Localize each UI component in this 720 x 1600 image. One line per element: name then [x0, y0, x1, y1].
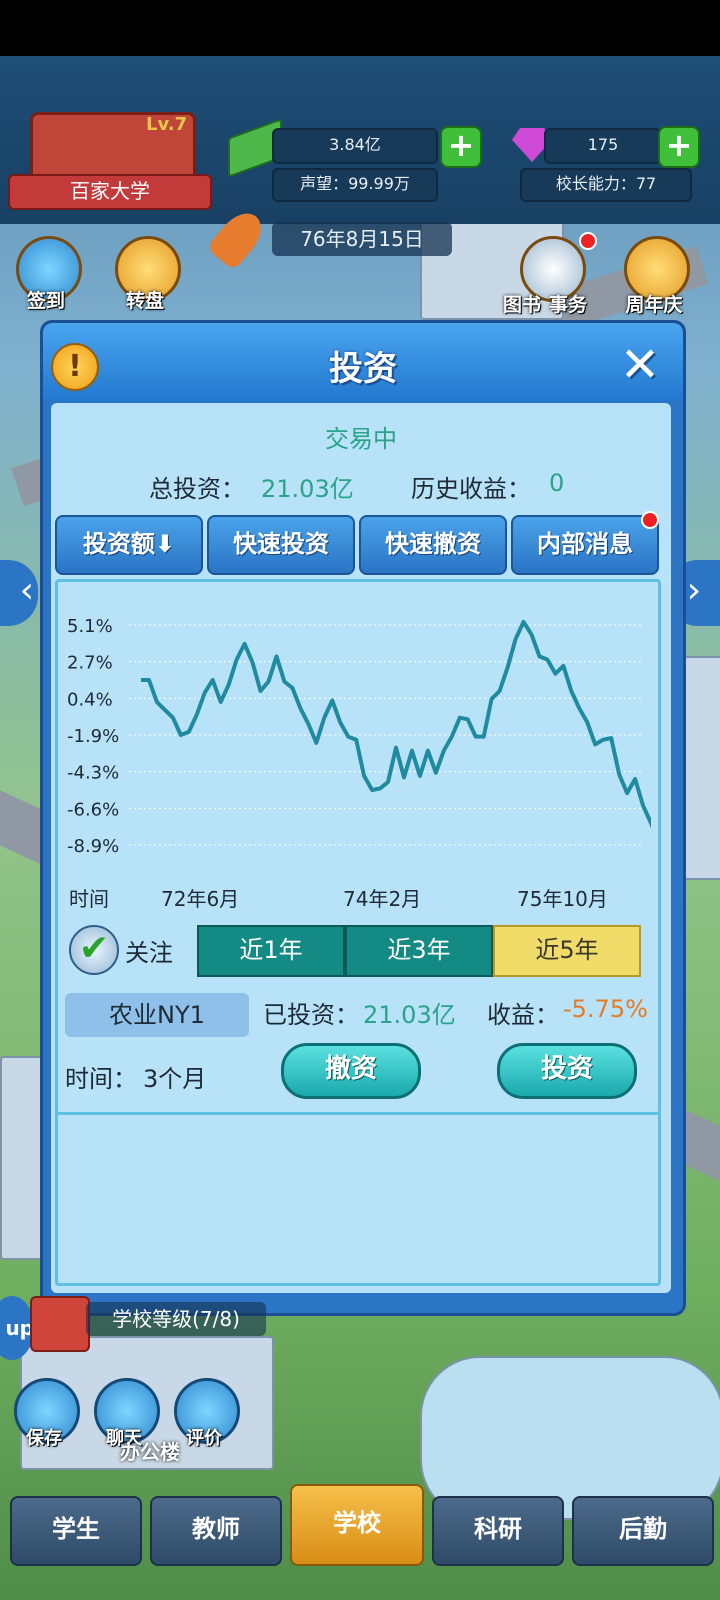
- notification-dot-icon: [641, 511, 659, 529]
- wheel-label: 转盘: [125, 290, 164, 312]
- empty-panel: [55, 1107, 661, 1286]
- range-3y-button[interactable]: 近3年: [345, 925, 493, 977]
- range-5y-button[interactable]: 近5年: [493, 925, 641, 977]
- x-tick-label: 74年2月: [343, 887, 422, 911]
- history-profit-value: 0: [549, 469, 565, 497]
- checkin-label: 签到: [26, 290, 65, 312]
- y-tick-label: 2.7%: [67, 653, 113, 674]
- y-tick-label: 0.4%: [67, 689, 113, 710]
- withdraw-button[interactable]: 撤资: [281, 1043, 421, 1099]
- history-profit-label: 历史收益：: [411, 475, 531, 503]
- dialog-header: ! 投资 ✕: [43, 323, 683, 401]
- profit-label: 收益：: [487, 1001, 559, 1029]
- principal-value: 77: [635, 174, 657, 193]
- close-icon[interactable]: ✕: [615, 341, 665, 391]
- stock-name[interactable]: 农业NY1: [65, 993, 249, 1037]
- money-value: 3.84亿: [272, 128, 438, 164]
- insider-news-button[interactable]: 内部消息: [511, 515, 659, 575]
- reputation-label: 声望：: [300, 174, 349, 193]
- nav-logistics[interactable]: 后勤: [572, 1496, 714, 1566]
- building: [0, 1056, 44, 1260]
- principal-box: 校长能力：77: [520, 168, 692, 202]
- dialog-title: 投资: [329, 349, 397, 389]
- add-gems-button[interactable]: +: [658, 126, 700, 168]
- y-tick-label: -4.3%: [67, 763, 119, 784]
- levelup-icon[interactable]: up: [0, 1296, 34, 1360]
- x-tick-label: 75年10月: [517, 887, 608, 911]
- invested-label: 已投资：: [263, 1001, 359, 1029]
- x-axis-label: 时间: [69, 887, 109, 911]
- nav-school[interactable]: 学校: [290, 1484, 424, 1566]
- time-label: 时间：: [65, 1065, 137, 1093]
- follow-checkbox[interactable]: ✔: [69, 925, 119, 975]
- y-tick-label: -6.6%: [67, 799, 119, 820]
- y-tick-label: -1.9%: [67, 726, 119, 747]
- series-line: [141, 619, 651, 829]
- total-invest-label: 总投资：: [149, 475, 245, 503]
- building-label: 办公楼: [120, 1440, 180, 1464]
- school-level: Lv.7: [146, 114, 188, 135]
- anniversary-label: 周年庆: [625, 294, 683, 316]
- dialog-body: 交易中 总投资： 21.03亿 历史收益： 0 投资额⬇ 快速投资 快速撤资 内…: [51, 403, 671, 1293]
- range-1y-button[interactable]: 近1年: [197, 925, 345, 977]
- quick-invest-button[interactable]: 快速投资: [207, 515, 355, 575]
- price-chart: 5.1% 2.7% 0.4% -1.9% -4.3% -6.6% -8.9%: [67, 616, 651, 857]
- gem-value: 175: [544, 128, 662, 164]
- add-money-button[interactable]: +: [440, 126, 482, 168]
- reputation-box: 声望：99.99万: [272, 168, 438, 202]
- game-date: 76年8月15日: [272, 222, 452, 256]
- reputation-value: 99.99万: [348, 174, 410, 193]
- y-tick-label: 5.1%: [67, 616, 113, 637]
- nav-students[interactable]: 学生: [10, 1496, 142, 1566]
- total-invest-value: 21.03亿: [261, 475, 354, 503]
- notification-dot-icon: [579, 232, 597, 250]
- nav-teachers[interactable]: 教师: [150, 1496, 282, 1566]
- profit-value: -5.75%: [563, 995, 648, 1023]
- nav-research[interactable]: 科研: [432, 1496, 564, 1566]
- invest-button[interactable]: 投资: [497, 1043, 637, 1099]
- y-tick-label: -8.9%: [67, 836, 119, 857]
- save-label: 保存: [26, 1428, 62, 1449]
- invest-amount-button[interactable]: 投资额⬇: [55, 515, 203, 575]
- x-tick-label: 72年6月: [161, 887, 240, 911]
- school-rank-icon[interactable]: [30, 1296, 90, 1352]
- school-rank: 学校等级(7/8): [86, 1302, 266, 1336]
- quick-withdraw-button[interactable]: 快速撤资: [359, 515, 507, 575]
- invested-value: 21.03亿: [363, 1001, 456, 1029]
- school-name[interactable]: 百家大学: [8, 174, 212, 210]
- follow-label: 关注: [125, 939, 173, 967]
- time-value: 3个月: [143, 1065, 207, 1093]
- trade-status: 交易中: [325, 425, 397, 453]
- affairs-label: 事务: [548, 294, 587, 316]
- invest-dialog: ! 投资 ✕ 交易中 总投资： 21.03亿 历史收益： 0 投资额⬇ 快速投资…: [40, 320, 686, 1316]
- principal-label: 校长能力：: [555, 174, 636, 193]
